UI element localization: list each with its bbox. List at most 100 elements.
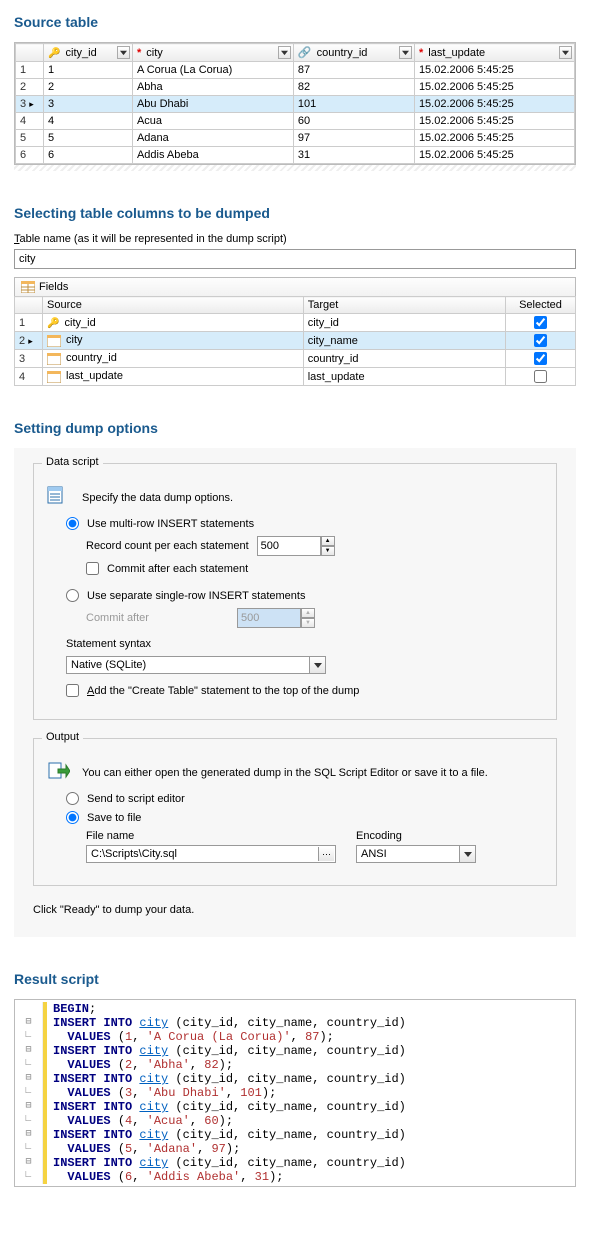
chevron-down-icon[interactable] xyxy=(309,657,325,673)
code-line[interactable]: ⊟INSERT INTO city (city_id, city_name, c… xyxy=(15,1044,575,1058)
checkbox-selected[interactable] xyxy=(534,334,547,347)
code-line[interactable]: ⊟INSERT INTO city (city_id, city_name, c… xyxy=(15,1016,575,1030)
cell-city-id[interactable]: 3 xyxy=(44,96,133,113)
cell-city[interactable]: A Corua (La Corua) xyxy=(132,62,293,79)
col-header-last-update[interactable]: * last_update xyxy=(414,44,574,62)
cell-city-id[interactable]: 4 xyxy=(44,113,133,130)
cell-selected[interactable] xyxy=(506,350,576,368)
cell-country-id[interactable]: 87 xyxy=(293,62,414,79)
checkbox-commit-each[interactable] xyxy=(86,562,99,575)
cell-city-id[interactable]: 6 xyxy=(44,147,133,164)
table-row[interactable]: 5 5Adana9715.02.2006 5:45:25 xyxy=(16,130,575,147)
fold-gutter[interactable]: ∟ xyxy=(15,1170,43,1184)
browse-button[interactable]: ⋯ xyxy=(318,847,334,861)
fold-gutter[interactable]: ⊟ xyxy=(15,1072,43,1086)
cell-last-update[interactable]: 15.02.2006 5:45:25 xyxy=(414,147,574,164)
table-row[interactable]: 1 🔑 city_idcity_id xyxy=(15,314,576,332)
checkbox-selected[interactable] xyxy=(534,370,547,383)
col-header-selected[interactable]: Selected xyxy=(506,297,576,314)
radio-single-row[interactable] xyxy=(66,589,79,602)
code-line[interactable]: ∟ VALUES (4, 'Acua', 60); xyxy=(15,1114,575,1128)
fold-gutter[interactable]: ⊟ xyxy=(15,1128,43,1142)
code-line[interactable]: BEGIN; xyxy=(15,1002,575,1016)
col-header-target[interactable]: Target xyxy=(303,297,505,314)
cell-city[interactable]: Acua xyxy=(132,113,293,130)
cell-last-update[interactable]: 15.02.2006 5:45:25 xyxy=(414,79,574,96)
cell-last-update[interactable]: 15.02.2006 5:45:25 xyxy=(414,62,574,79)
table-row[interactable]: 2 2Abha8215.02.2006 5:45:25 xyxy=(16,79,575,96)
code-line[interactable]: ∟ VALUES (1, 'A Corua (La Corua)', 87); xyxy=(15,1030,575,1044)
cell-city-id[interactable]: 1 xyxy=(44,62,133,79)
cell-city-id[interactable]: 5 xyxy=(44,130,133,147)
fold-gutter[interactable]: ⊟ xyxy=(15,1016,43,1030)
cell-last-update[interactable]: 15.02.2006 5:45:25 xyxy=(414,113,574,130)
cell-country-id[interactable]: 82 xyxy=(293,79,414,96)
checkbox-selected[interactable] xyxy=(534,316,547,329)
cell-target[interactable]: city_id xyxy=(303,314,505,332)
result-code[interactable]: BEGIN;⊟INSERT INTO city (city_id, city_n… xyxy=(14,999,576,1187)
fold-gutter[interactable]: ∟ xyxy=(15,1058,43,1072)
cell-country-id[interactable]: 31 xyxy=(293,147,414,164)
spin-up[interactable]: ▲ xyxy=(321,536,335,546)
col-filter-dropdown[interactable] xyxy=(559,46,572,59)
cell-selected[interactable] xyxy=(506,368,576,386)
code-line[interactable]: ∟ VALUES (3, 'Abu Dhabi', 101); xyxy=(15,1086,575,1100)
fold-gutter[interactable]: ∟ xyxy=(15,1142,43,1156)
cell-source[interactable]: last_update xyxy=(43,368,304,386)
cell-source[interactable]: 🔑 city_id xyxy=(43,314,304,332)
chevron-down-icon[interactable] xyxy=(459,846,475,862)
col-filter-dropdown[interactable] xyxy=(278,46,291,59)
table-row[interactable]: 3 ▸3Abu Dhabi10115.02.2006 5:45:25 xyxy=(16,96,575,113)
cell-city[interactable]: Abu Dhabi xyxy=(132,96,293,113)
checkbox-add-create[interactable] xyxy=(66,684,79,697)
record-count-input[interactable] xyxy=(257,536,321,556)
cell-last-update[interactable]: 15.02.2006 5:45:25 xyxy=(414,130,574,147)
record-count-spinner[interactable]: ▲ ▼ xyxy=(257,536,335,556)
col-filter-dropdown[interactable] xyxy=(117,46,130,59)
fold-gutter[interactable]: ∟ xyxy=(15,1114,43,1128)
cell-target[interactable]: country_id xyxy=(303,350,505,368)
code-line[interactable]: ⊟INSERT INTO city (city_id, city_name, c… xyxy=(15,1100,575,1114)
table-row[interactable]: 3 country_idcountry_id xyxy=(15,350,576,368)
cell-country-id[interactable]: 97 xyxy=(293,130,414,147)
code-line[interactable]: ⊟INSERT INTO city (city_id, city_name, c… xyxy=(15,1072,575,1086)
table-row[interactable]: 4 4Acua6015.02.2006 5:45:25 xyxy=(16,113,575,130)
col-filter-dropdown[interactable] xyxy=(399,46,412,59)
table-row[interactable]: 2 ▸ citycity_name xyxy=(15,332,576,350)
cell-city[interactable]: Abha xyxy=(132,79,293,96)
code-line[interactable]: ⊟INSERT INTO city (city_id, city_name, c… xyxy=(15,1156,575,1170)
table-row[interactable]: 6 6Addis Abeba3115.02.2006 5:45:25 xyxy=(16,147,575,164)
fold-gutter[interactable]: ⊟ xyxy=(15,1100,43,1114)
table-name-input[interactable] xyxy=(14,249,576,269)
col-header-city-id[interactable]: 🔑 city_id xyxy=(44,44,133,62)
radio-save-file[interactable] xyxy=(66,811,79,824)
code-line[interactable]: ∟ VALUES (6, 'Addis Abeba', 31); xyxy=(15,1170,575,1184)
cell-selected[interactable] xyxy=(506,314,576,332)
col-header-source[interactable]: Source xyxy=(43,297,304,314)
cell-city-id[interactable]: 2 xyxy=(44,79,133,96)
radio-multi-row[interactable] xyxy=(66,517,79,530)
col-header-city[interactable]: * city xyxy=(132,44,293,62)
cell-source[interactable]: country_id xyxy=(43,350,304,368)
fold-gutter[interactable] xyxy=(15,1002,43,1016)
file-name-input[interactable]: C:\Scripts\City.sql ⋯ xyxy=(86,845,336,863)
statement-syntax-select[interactable]: Native (SQLite) xyxy=(66,656,326,674)
table-row[interactable]: 1 1A Corua (La Corua)8715.02.2006 5:45:2… xyxy=(16,62,575,79)
cell-selected[interactable] xyxy=(506,332,576,350)
table-row[interactable]: 4 last_updatelast_update xyxy=(15,368,576,386)
col-header-country-id[interactable]: 🔗 country_id xyxy=(293,44,414,62)
fold-gutter[interactable]: ∟ xyxy=(15,1030,43,1044)
cell-target[interactable]: last_update xyxy=(303,368,505,386)
fold-gutter[interactable]: ∟ xyxy=(15,1086,43,1100)
cell-country-id[interactable]: 101 xyxy=(293,96,414,113)
cell-city[interactable]: Adana xyxy=(132,130,293,147)
cell-target[interactable]: city_name xyxy=(303,332,505,350)
code-line[interactable]: ⊟INSERT INTO city (city_id, city_name, c… xyxy=(15,1128,575,1142)
spin-down[interactable]: ▼ xyxy=(321,546,335,556)
code-line[interactable]: ∟ VALUES (5, 'Adana', 97); xyxy=(15,1142,575,1156)
checkbox-selected[interactable] xyxy=(534,352,547,365)
radio-send-editor[interactable] xyxy=(66,792,79,805)
cell-source[interactable]: city xyxy=(43,332,304,350)
fold-gutter[interactable]: ⊟ xyxy=(15,1156,43,1170)
cell-last-update[interactable]: 15.02.2006 5:45:25 xyxy=(414,96,574,113)
